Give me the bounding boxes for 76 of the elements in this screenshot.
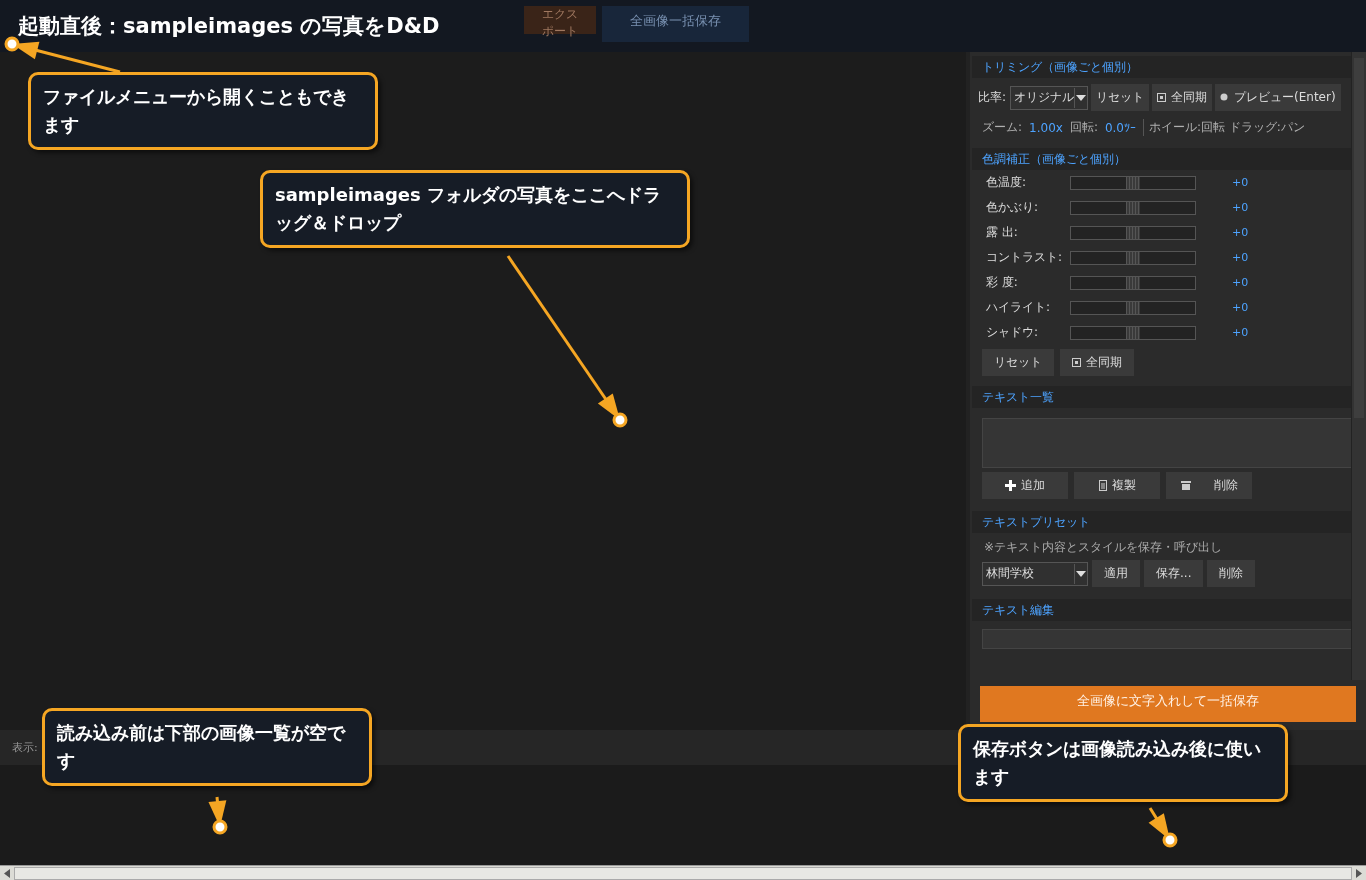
panel-button[interactable]: 複製 — [1074, 472, 1160, 499]
slider-thumb[interactable] — [1126, 326, 1140, 339]
slider-value: +0 — [1232, 201, 1249, 214]
slider-label: 彩 度: — [986, 274, 1019, 291]
section-heading: トリミング（画像ごと個別） — [972, 56, 1352, 78]
preset-note: ※テキスト内容とスタイルを保存・呼び出し — [983, 539, 1224, 556]
screenshot-title: 起動直後：sampleimages の写真をD&D — [18, 13, 441, 40]
panel-button[interactable]: 削除 — [1207, 560, 1256, 587]
section-heading: テキスト一覧 — [972, 386, 1352, 408]
sync-icon — [1072, 358, 1081, 367]
slider-track[interactable] — [1070, 275, 1196, 290]
slider-track[interactable] — [1070, 300, 1196, 315]
plus-icon — [1005, 480, 1016, 491]
slider-label: シャドウ: — [986, 324, 1040, 341]
slider-value: +0 — [1232, 301, 1249, 314]
callout-text: 保存ボタンは画像読み込み後に使います — [958, 724, 1288, 802]
view-label: 表示: — [12, 740, 38, 755]
slider-thumb[interactable] — [1126, 176, 1140, 189]
panel-button[interactable]: 追加 — [982, 472, 1068, 499]
panel-button[interactable]: 全同期 — [1060, 349, 1134, 376]
slider-thumb[interactable] — [1126, 226, 1140, 239]
document-icon — [1098, 480, 1107, 491]
vertical-scrollbar[interactable] — [1351, 52, 1366, 680]
trash-icon — [1180, 481, 1191, 490]
scroll-right-icon[interactable] — [1356, 869, 1362, 878]
slider-track[interactable] — [1070, 200, 1196, 215]
callout-text: 読み込み前は下部の画像一覧が空です — [42, 708, 372, 786]
slider-label: ハイライト: — [986, 299, 1052, 316]
slider-label: 色かぶり: — [986, 199, 1040, 216]
dropdown-icon — [1076, 570, 1086, 577]
slider-label: コントラスト: — [986, 249, 1064, 266]
slider-value: +0 — [1232, 326, 1249, 339]
panel-button[interactable]: 適用 — [1092, 560, 1140, 587]
ratio-label: 比率: — [978, 89, 1007, 106]
section-heading: 色調補正（画像ごと個別） — [972, 148, 1352, 170]
slider-track[interactable] — [1070, 175, 1196, 190]
panel-button[interactable]: リセット — [982, 349, 1054, 376]
zoom-label: ズーム: — [982, 119, 1023, 136]
scroll-left-icon[interactable] — [4, 869, 10, 878]
zoom-value: 1.00x — [1029, 120, 1063, 135]
slider-track[interactable] — [1070, 225, 1196, 240]
slider-value: +0 — [1232, 276, 1249, 289]
callout-text: ファイルメニューから開くこともできます — [28, 72, 378, 150]
hint-text: ホイール:回転 ドラッグ:パン — [1143, 119, 1305, 136]
slider-label: 露 出: — [986, 224, 1019, 241]
ratio-select[interactable]: オリジナル — [1010, 85, 1089, 110]
callout-arrow — [208, 796, 228, 835]
dropdown-icon — [1076, 94, 1087, 101]
slider-value: +0 — [1232, 251, 1249, 264]
panel-button[interactable]: プレビュー(Enter) — [1215, 84, 1341, 111]
slider-value: +0 — [1232, 226, 1249, 239]
callout-arrow — [1148, 807, 1178, 848]
panel-button[interactable]: 保存... — [1144, 560, 1204, 587]
text-input-field[interactable] — [982, 629, 1352, 649]
preset-select[interactable]: 林間学校 — [982, 561, 1088, 586]
section-heading: テキストプリセット — [972, 511, 1352, 533]
horizontal-scrollbar[interactable] — [0, 865, 1366, 880]
slider-track[interactable] — [1070, 325, 1196, 340]
section-heading: テキスト編集 — [972, 599, 1352, 621]
slider-track[interactable] — [1070, 250, 1196, 265]
slider-value: +0 — [1232, 176, 1249, 189]
panel-button[interactable]: 全同期 — [1152, 84, 1213, 111]
panel-button[interactable]: リセット — [1091, 84, 1150, 111]
slider-thumb[interactable] — [1126, 251, 1140, 264]
magnifier-icon — [1220, 93, 1230, 102]
slider-thumb[interactable] — [1126, 301, 1140, 314]
slider-thumb[interactable] — [1126, 276, 1140, 289]
rotation-label: 回転: — [1069, 119, 1098, 136]
slider-thumb[interactable] — [1126, 201, 1140, 214]
rotation-value: 0.0ﾂｰ — [1104, 120, 1136, 135]
toolbar-button[interactable]: 全画像一括保存 — [601, 6, 749, 42]
text-list[interactable] — [982, 418, 1352, 468]
slider-label: 色温度: — [986, 174, 1028, 191]
panel-button[interactable]: 削除 — [1166, 472, 1252, 499]
sync-icon — [1157, 93, 1167, 102]
callout-text: sampleimages フォルダの写真をここへドラッグ＆ドロップ — [260, 170, 690, 248]
